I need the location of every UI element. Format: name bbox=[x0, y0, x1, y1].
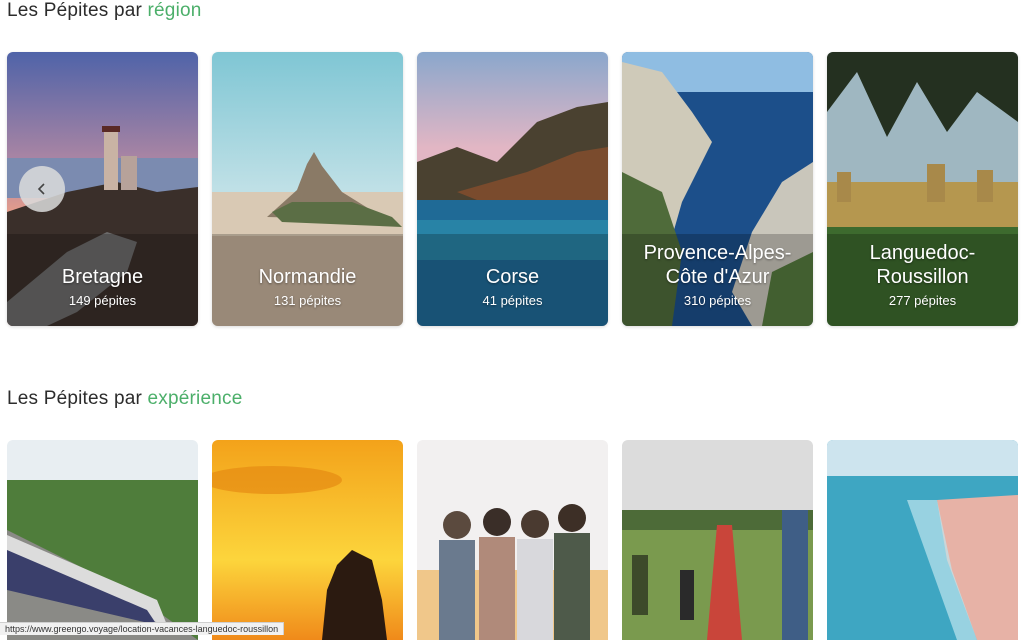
region-name: Provence-Alpes-Côte d'Azur bbox=[643, 242, 792, 288]
status-bar-url: https://www.greengo.voyage/location-vaca… bbox=[0, 622, 285, 635]
train-image bbox=[7, 440, 198, 640]
section-title-prefix: Les Pépites par bbox=[7, 0, 148, 21]
experience-card[interactable] bbox=[622, 440, 813, 640]
region-name: Languedoc-Roussillon bbox=[869, 242, 976, 288]
region-card-normandie[interactable]: Normandie 131 pépites bbox=[212, 52, 403, 326]
region-carousel: Bretagne 149 pépites Normandie 131 pépit… bbox=[7, 52, 1018, 326]
card-caption: Corse 41 pépites bbox=[417, 265, 608, 308]
experience-card[interactable] bbox=[827, 440, 1018, 640]
chevron-left-icon bbox=[37, 183, 45, 195]
region-name: Normandie bbox=[258, 266, 357, 288]
region-count: 310 pépites bbox=[683, 293, 752, 308]
region-card-corse[interactable]: Corse 41 pépites bbox=[417, 52, 608, 326]
card-caption: Bretagne 149 pépites bbox=[7, 265, 198, 308]
friends-image bbox=[417, 440, 608, 640]
section-title-region: Les Pépites par région bbox=[7, 0, 202, 22]
region-count: 131 pépites bbox=[273, 293, 342, 308]
experience-card[interactable] bbox=[417, 440, 608, 640]
sunset-couple-image bbox=[212, 440, 403, 640]
section-title-accent: région bbox=[147, 0, 202, 21]
card-caption: Languedoc-Roussillon 277 pépites bbox=[827, 241, 1018, 308]
experience-carousel bbox=[7, 440, 1018, 640]
family-image bbox=[622, 440, 813, 640]
beach-image bbox=[827, 440, 1018, 640]
section-title-experience: Les Pépites par expérience bbox=[7, 388, 242, 410]
region-card-languedoc[interactable]: Languedoc-Roussillon 277 pépites bbox=[827, 52, 1018, 326]
card-caption: Normandie 131 pépites bbox=[212, 265, 403, 308]
card-caption: Provence-Alpes-Côte d'Azur 310 pépites bbox=[622, 241, 813, 308]
region-card-provence[interactable]: Provence-Alpes-Côte d'Azur 310 pépites bbox=[622, 52, 813, 326]
experience-card[interactable] bbox=[212, 440, 403, 640]
region-name: Corse bbox=[485, 266, 540, 288]
region-count: 41 pépites bbox=[482, 293, 543, 308]
experience-card[interactable] bbox=[7, 440, 198, 640]
region-count: 277 pépites bbox=[888, 293, 957, 308]
section-title-prefix: Les Pépites par bbox=[7, 388, 148, 409]
region-count: 149 pépites bbox=[68, 293, 137, 308]
section-title-accent: expérience bbox=[147, 388, 243, 409]
carousel-prev-button[interactable] bbox=[19, 166, 65, 212]
region-name: Bretagne bbox=[61, 266, 144, 288]
